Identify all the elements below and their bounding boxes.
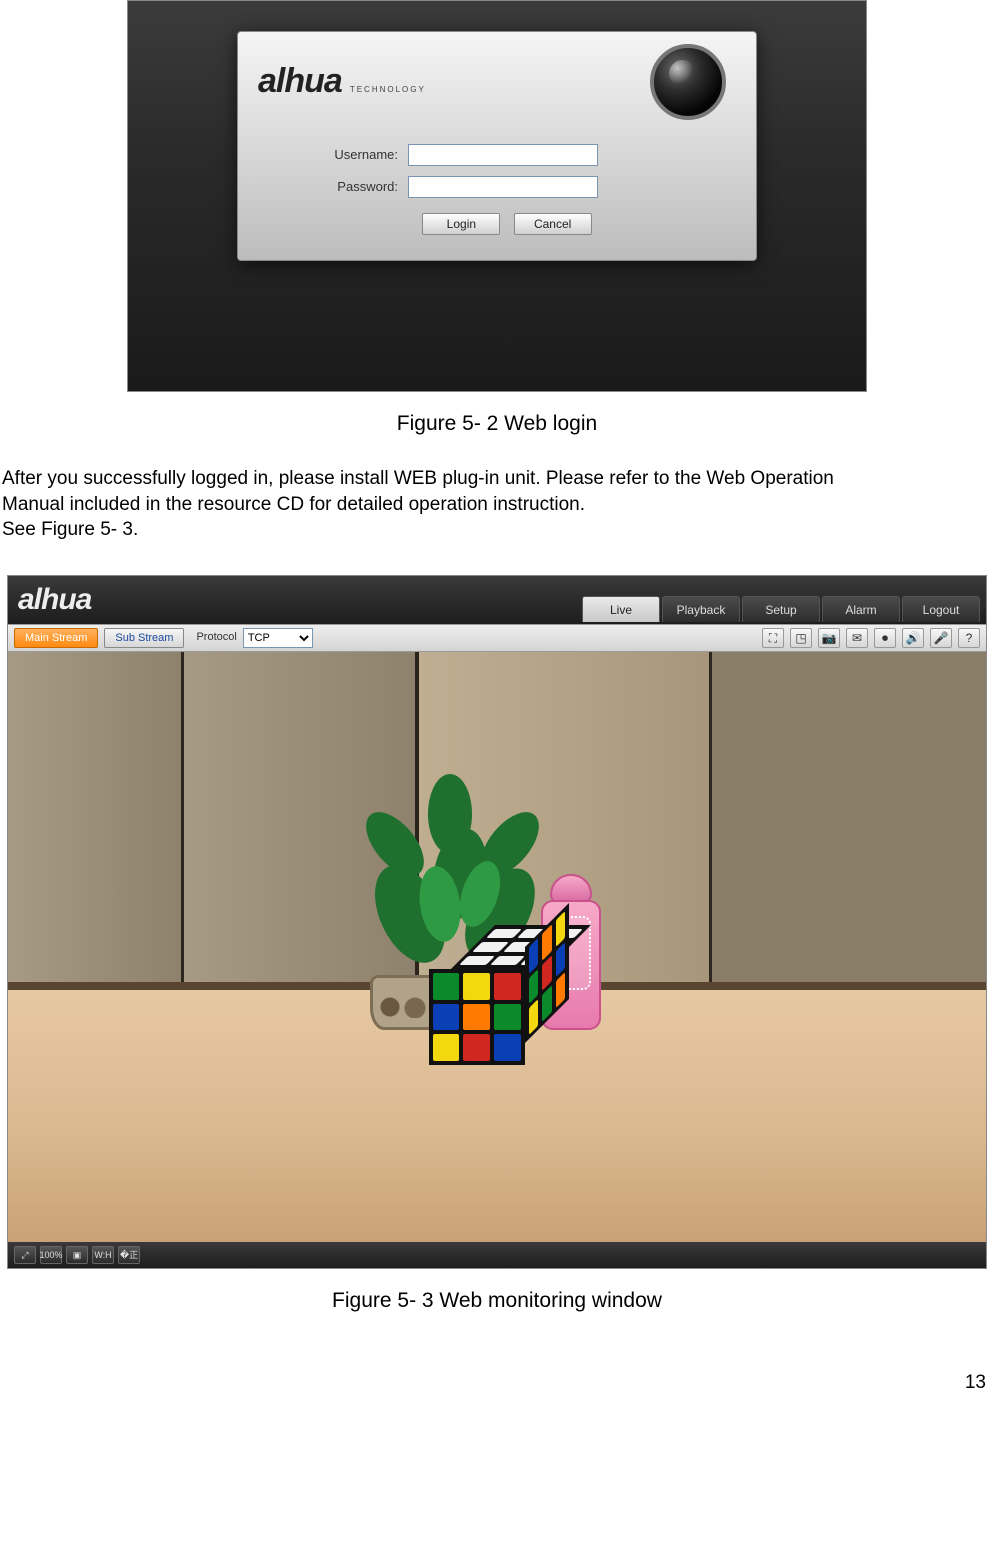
- body-paragraph: After you successfully logged in, please…: [2, 466, 992, 543]
- camera-lens-icon: [650, 44, 726, 120]
- rubiks-cube-object: [429, 925, 569, 1065]
- brand-subtext: TECHNOLOGY: [350, 85, 426, 96]
- brand-logo: alhua: [258, 59, 342, 105]
- figure-5-3-monitor-screenshot: alhua Live Playback Setup Alarm Logout M…: [7, 575, 987, 1269]
- stream-toolbar: Main Stream Sub Stream Protocol TCP ⛶ ◳ …: [8, 624, 986, 652]
- speaker-icon[interactable]: 🔊: [902, 628, 924, 648]
- video-scene: [8, 652, 986, 1242]
- live-video-area: 5800Kbps 720*1200: [8, 652, 986, 1242]
- aspect-ratio-icon[interactable]: W:H: [92, 1246, 114, 1264]
- brand: alhua TECHNOLOGY: [258, 59, 426, 105]
- login-button-row: Login Cancel: [308, 210, 706, 236]
- protocol-select[interactable]: TCP: [243, 628, 313, 648]
- brand-logo: alhua: [18, 580, 91, 621]
- body-line-3: See Figure 5- 3.: [2, 517, 992, 543]
- help-icon[interactable]: ?: [958, 628, 980, 648]
- right-tools: ⛶ ◳ 📷 ✉ ⏺ 🔊 🎤 ?: [762, 628, 980, 648]
- password-input[interactable]: [408, 176, 598, 198]
- zoom-fit-icon[interactable]: ⤢: [14, 1246, 36, 1264]
- username-row: Username:: [308, 144, 706, 166]
- protocol-label: Protocol: [196, 630, 236, 645]
- tab-logout[interactable]: Logout: [902, 596, 980, 622]
- fullscreen-icon[interactable]: ▣: [66, 1246, 88, 1264]
- zoom-100-icon[interactable]: 100%: [40, 1246, 62, 1264]
- page-number: 13: [965, 1370, 986, 1396]
- sub-stream-button[interactable]: Sub Stream: [104, 628, 184, 648]
- username-label: Username:: [308, 146, 398, 164]
- fullwindow-icon[interactable]: ⛶: [762, 628, 784, 648]
- nav-tabs: Live Playback Setup Alarm Logout: [582, 576, 986, 624]
- bottom-toolbar: ⤢ 100% ▣ W:H �正: [8, 1242, 986, 1268]
- figure-5-2-login-screenshot: alhua TECHNOLOGY Username: Password: Log…: [127, 0, 867, 392]
- body-line-1: After you successfully logged in, please…: [2, 466, 992, 492]
- login-header: alhua TECHNOLOGY: [258, 44, 736, 128]
- figure-5-2-caption: Figure 5- 2 Web login: [0, 410, 994, 438]
- tab-setup[interactable]: Setup: [742, 596, 820, 622]
- login-form: Username: Password: Login Cancel: [258, 128, 736, 240]
- login-button[interactable]: Login: [422, 213, 500, 235]
- tab-playback[interactable]: Playback: [662, 596, 740, 622]
- figure-5-3-caption: Figure 5- 3 Web monitoring window: [0, 1287, 994, 1315]
- tab-alarm[interactable]: Alarm: [822, 596, 900, 622]
- tab-live[interactable]: Live: [582, 596, 660, 622]
- body-line-2: Manual included in the resource CD for d…: [2, 492, 992, 518]
- original-icon[interactable]: �正: [118, 1246, 140, 1264]
- mic-icon[interactable]: 🎤: [930, 628, 952, 648]
- top-header: alhua Live Playback Setup Alarm Logout: [8, 576, 986, 624]
- cancel-button[interactable]: Cancel: [514, 213, 592, 235]
- left-tools: Main Stream Sub Stream Protocol TCP: [14, 628, 313, 648]
- record-icon[interactable]: ⏺: [874, 628, 896, 648]
- password-label: Password:: [308, 178, 398, 196]
- username-input[interactable]: [408, 144, 598, 166]
- snapshot-icon[interactable]: 📷: [818, 628, 840, 648]
- password-row: Password:: [308, 176, 706, 198]
- brand: alhua: [8, 576, 91, 624]
- multiwindow-icon[interactable]: ◳: [790, 628, 812, 648]
- main-stream-button[interactable]: Main Stream: [14, 628, 98, 648]
- mail-icon[interactable]: ✉: [846, 628, 868, 648]
- login-card: alhua TECHNOLOGY Username: Password: Log…: [237, 31, 757, 261]
